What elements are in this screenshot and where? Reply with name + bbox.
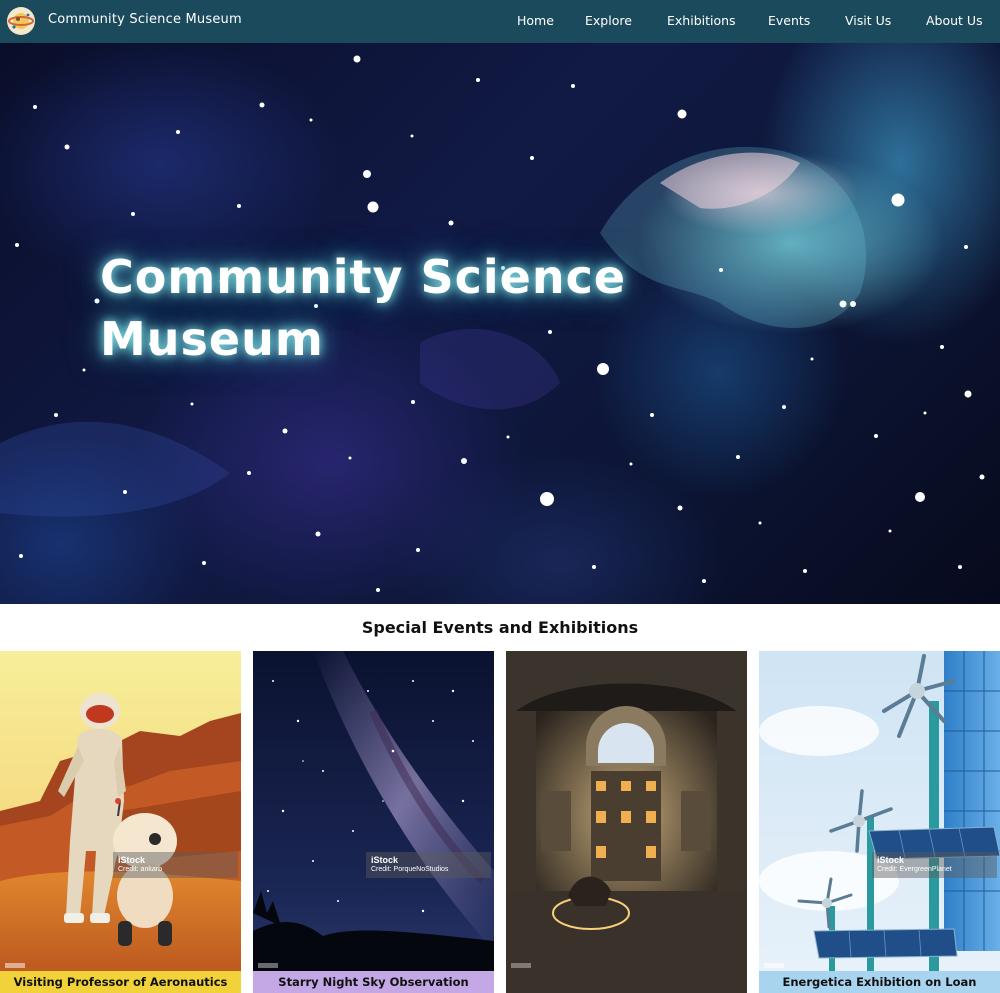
- event-card-energetica[interactable]: iStock Credit: EvergreenPlanet Energetic…: [759, 651, 1000, 993]
- nav-exhibitions[interactable]: Exhibitions: [667, 13, 736, 28]
- section-title: Special Events and Exhibitions: [361, 618, 639, 637]
- watermark: iStock Credit: ankarb: [113, 852, 238, 878]
- nav-events[interactable]: Events: [768, 13, 810, 28]
- event-card-starry-night[interactable]: iStock Credit: PorqueNoStudios Starry Ni…: [253, 651, 494, 993]
- hero-title-line-2: Museum: [100, 312, 324, 366]
- wind-turbines-and-solar-panels-image: [759, 651, 1000, 993]
- nav-home[interactable]: Home: [517, 13, 554, 28]
- astronaut-and-robot-on-mars-image: [0, 651, 241, 993]
- site-name[interactable]: Community Science Museum: [48, 12, 242, 27]
- watermark-credit: Credit: EvergreenPlanet: [877, 866, 952, 873]
- event-card-aeronautics[interactable]: iStock Credit: ankarb Visiting Professor…: [0, 651, 241, 993]
- nav-about-us[interactable]: About Us: [926, 13, 983, 28]
- hero-banner: Community Science Museum: [0, 43, 1000, 604]
- watermark-brand: iStock: [877, 855, 905, 865]
- card-caption[interactable]: Starry Night Sky Observation: [253, 971, 494, 993]
- watermark: iStock Credit: PorqueNoStudios: [366, 852, 491, 878]
- planet-logo-icon[interactable]: [7, 7, 35, 35]
- watermark-brand: iStock: [118, 855, 146, 865]
- watermark: iStock Credit: EvergreenPlanet: [872, 852, 997, 878]
- card-caption[interactable]: Energetica Exhibition on Loan: [759, 971, 1000, 993]
- milky-way-night-sky-image: [253, 651, 494, 993]
- museum-rotunda-interior-image: [506, 651, 747, 993]
- hero-title-line-1: Community Science: [100, 250, 627, 304]
- nav-visit-us[interactable]: Visit Us: [845, 13, 891, 28]
- top-nav-bar: Community Science Museum Home Explore Ex…: [0, 0, 1000, 43]
- hero-title: Community Science Museum: [100, 246, 660, 370]
- event-card-museum-rotunda[interactable]: [506, 651, 747, 993]
- watermark-credit: Credit: ankarb: [118, 866, 162, 873]
- watermark-brand: iStock: [371, 855, 399, 865]
- nav-explore[interactable]: Explore: [585, 13, 632, 28]
- watermark-credit: Credit: PorqueNoStudios: [371, 866, 449, 873]
- card-caption[interactable]: Visiting Professor of Aeronautics: [0, 971, 241, 993]
